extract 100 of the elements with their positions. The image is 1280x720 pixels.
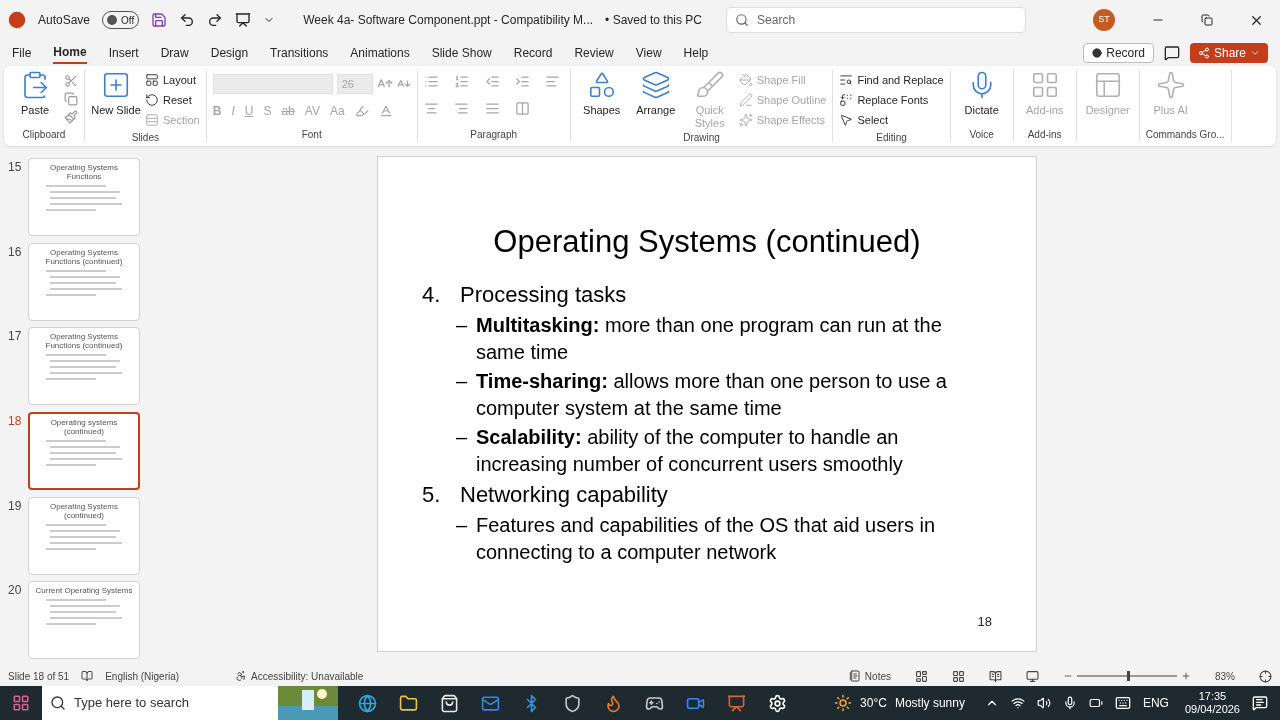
spelling-icon[interactable]: [81, 670, 94, 682]
sorter-view-icon[interactable]: [952, 669, 965, 683]
normal-view-icon[interactable]: [915, 669, 928, 683]
thumbnail-title: Operating Systems Functions (continued): [44, 247, 124, 266]
slide-thumbnail[interactable]: Operating Systems Functions (continued): [28, 327, 140, 406]
slideshow-icon[interactable]: [1026, 669, 1039, 683]
group-label: Clipboard: [21, 128, 67, 142]
menu-tab[interactable]: Animations: [350, 42, 410, 64]
cut-icon[interactable]: [64, 74, 78, 88]
search-icon: [50, 695, 66, 711]
clock-date[interactable]: 09/04/2026: [1184, 703, 1240, 716]
group-label: Font: [300, 128, 323, 142]
menu-tab[interactable]: File: [12, 42, 32, 64]
ribbon-icon: [738, 93, 753, 107]
menu-tab[interactable]: Slide Show: [431, 42, 492, 64]
app-logo-icon: [8, 11, 26, 29]
thumbnail-title: Operating Systems Functions: [49, 163, 119, 181]
user-avatar[interactable]: ST: [1093, 9, 1115, 31]
share-button[interactable]: Share: [1189, 43, 1268, 63]
ribbon-icon: [839, 113, 854, 127]
search-field[interactable]: Search: [726, 7, 1027, 33]
slide-thumbnail[interactable]: Operating systems (continued): [28, 412, 140, 490]
network-icon[interactable]: [1010, 696, 1025, 710]
taskbar-search-field[interactable]: Type here to search: [42, 686, 278, 720]
autosave-label: AutoSave: [38, 12, 91, 29]
reading-view-icon[interactable]: [989, 669, 1002, 683]
zoom-in-icon[interactable]: [1181, 671, 1191, 681]
menu-tab[interactable]: Draw: [160, 42, 189, 64]
input-language[interactable]: ENG: [1142, 694, 1169, 712]
format-painter-icon[interactable]: [64, 110, 78, 124]
battery-icon[interactable]: [1088, 696, 1103, 710]
language-status[interactable]: English (Nigeria): [105, 668, 180, 684]
group-label: Voice: [968, 128, 995, 142]
notifications-icon[interactable]: [1252, 695, 1268, 711]
document-title: Week 4a- Software Component.ppt - Compatibility M...: [303, 12, 594, 29]
slide-number: 19: [7, 497, 23, 515]
menu-tab[interactable]: Insert: [108, 42, 139, 64]
ribbon-button[interactable]: Shapes: [576, 70, 627, 117]
search-icon: [735, 13, 750, 27]
menu-tab[interactable]: Review: [574, 42, 614, 64]
ribbon-button[interactable]: Dictate: [956, 70, 1007, 117]
ribbon-button[interactable]: Reset: [145, 90, 200, 110]
slide-number: 20: [7, 582, 23, 600]
font-color-icon[interactable]: [378, 104, 393, 118]
menu-tab[interactable]: View: [635, 42, 662, 64]
sub-item: Scalability: ability of the computer to handle an increasing number of concurrent users smoothly: [476, 424, 904, 477]
menu-tab[interactable]: Transitions: [270, 42, 329, 64]
copy-icon[interactable]: [64, 92, 78, 106]
ribbon-button[interactable]: Find and Replace: [839, 70, 944, 90]
list-number: 5.: [422, 480, 442, 509]
presentation-icon[interactable]: [235, 12, 252, 28]
microphone-icon[interactable]: [1062, 696, 1077, 710]
ribbon-icon: [640, 70, 671, 100]
slide-thumbnail[interactable]: Operating Systems Functions: [28, 158, 140, 236]
keyboard-icon[interactable]: [1114, 695, 1131, 711]
dash-marker: –: [456, 368, 469, 394]
start-icon[interactable]: [12, 694, 30, 712]
dash-marker: –: [456, 512, 469, 538]
fit-slide-icon[interactable]: [1259, 669, 1272, 683]
group-label: Editing: [875, 131, 908, 145]
notes-button[interactable]: Notes: [848, 668, 891, 684]
redo-icon[interactable]: [207, 12, 224, 28]
slide-thumbnail[interactable]: Current Operating Systems: [28, 581, 140, 660]
group-label: Slides: [130, 131, 160, 145]
ribbon-icon: [694, 70, 725, 100]
slide-number: 18: [7, 413, 23, 430]
clock-time[interactable]: 17:35: [1198, 690, 1227, 703]
undo-icon[interactable]: [179, 12, 196, 28]
zoom-reading[interactable]: 83%: [1215, 668, 1235, 684]
ribbon-icon: [1155, 70, 1186, 100]
ribbon-button[interactable]: Layout: [145, 70, 200, 90]
ribbon-button[interactable]: New Slide: [91, 70, 141, 117]
menu-tab[interactable]: Design: [210, 42, 249, 64]
weather-icon: [834, 694, 853, 712]
ribbon-icon: [145, 113, 159, 127]
list-item: Processing tasks: [460, 280, 627, 309]
menu-tab[interactable]: Home: [53, 42, 87, 64]
record-button[interactable]: Record: [1083, 43, 1154, 63]
taskbar-app-icon[interactable]: [563, 693, 582, 713]
restore-icon[interactable]: [1201, 14, 1213, 26]
font-name-field[interactable]: [212, 74, 333, 94]
accessibility-status[interactable]: Accessibility: Unavailable: [235, 668, 364, 684]
slide-thumbnail[interactable]: Operating Systems (continued): [28, 496, 140, 575]
save-status[interactable]: • Saved to this PC: [605, 11, 703, 29]
ribbon-icon: [738, 73, 753, 87]
ribbon-icon: [145, 93, 159, 107]
ribbon-button[interactable]: Paste: [10, 70, 60, 117]
menu-tab[interactable]: Help: [683, 42, 709, 64]
ribbon-button[interactable]: Arrange: [630, 70, 681, 117]
ribbon-button[interactable]: Replace Fonts: [839, 90, 944, 110]
volume-icon[interactable]: [1036, 696, 1051, 710]
slide-thumbnail[interactable]: Operating Systems Functions (continued): [28, 242, 140, 321]
comments-icon[interactable]: [1163, 45, 1180, 61]
save-icon[interactable]: [151, 12, 168, 28]
ribbon-button[interactable]: Select: [839, 110, 944, 130]
slide-number: 17: [7, 328, 23, 346]
menu-tab[interactable]: Record: [513, 42, 553, 64]
thumbnail-title: Operating Systems Functions (continued): [44, 332, 124, 351]
taskbar-app-icon[interactable]: [399, 693, 418, 713]
slide-position: Slide 18 of 51: [8, 669, 70, 684]
